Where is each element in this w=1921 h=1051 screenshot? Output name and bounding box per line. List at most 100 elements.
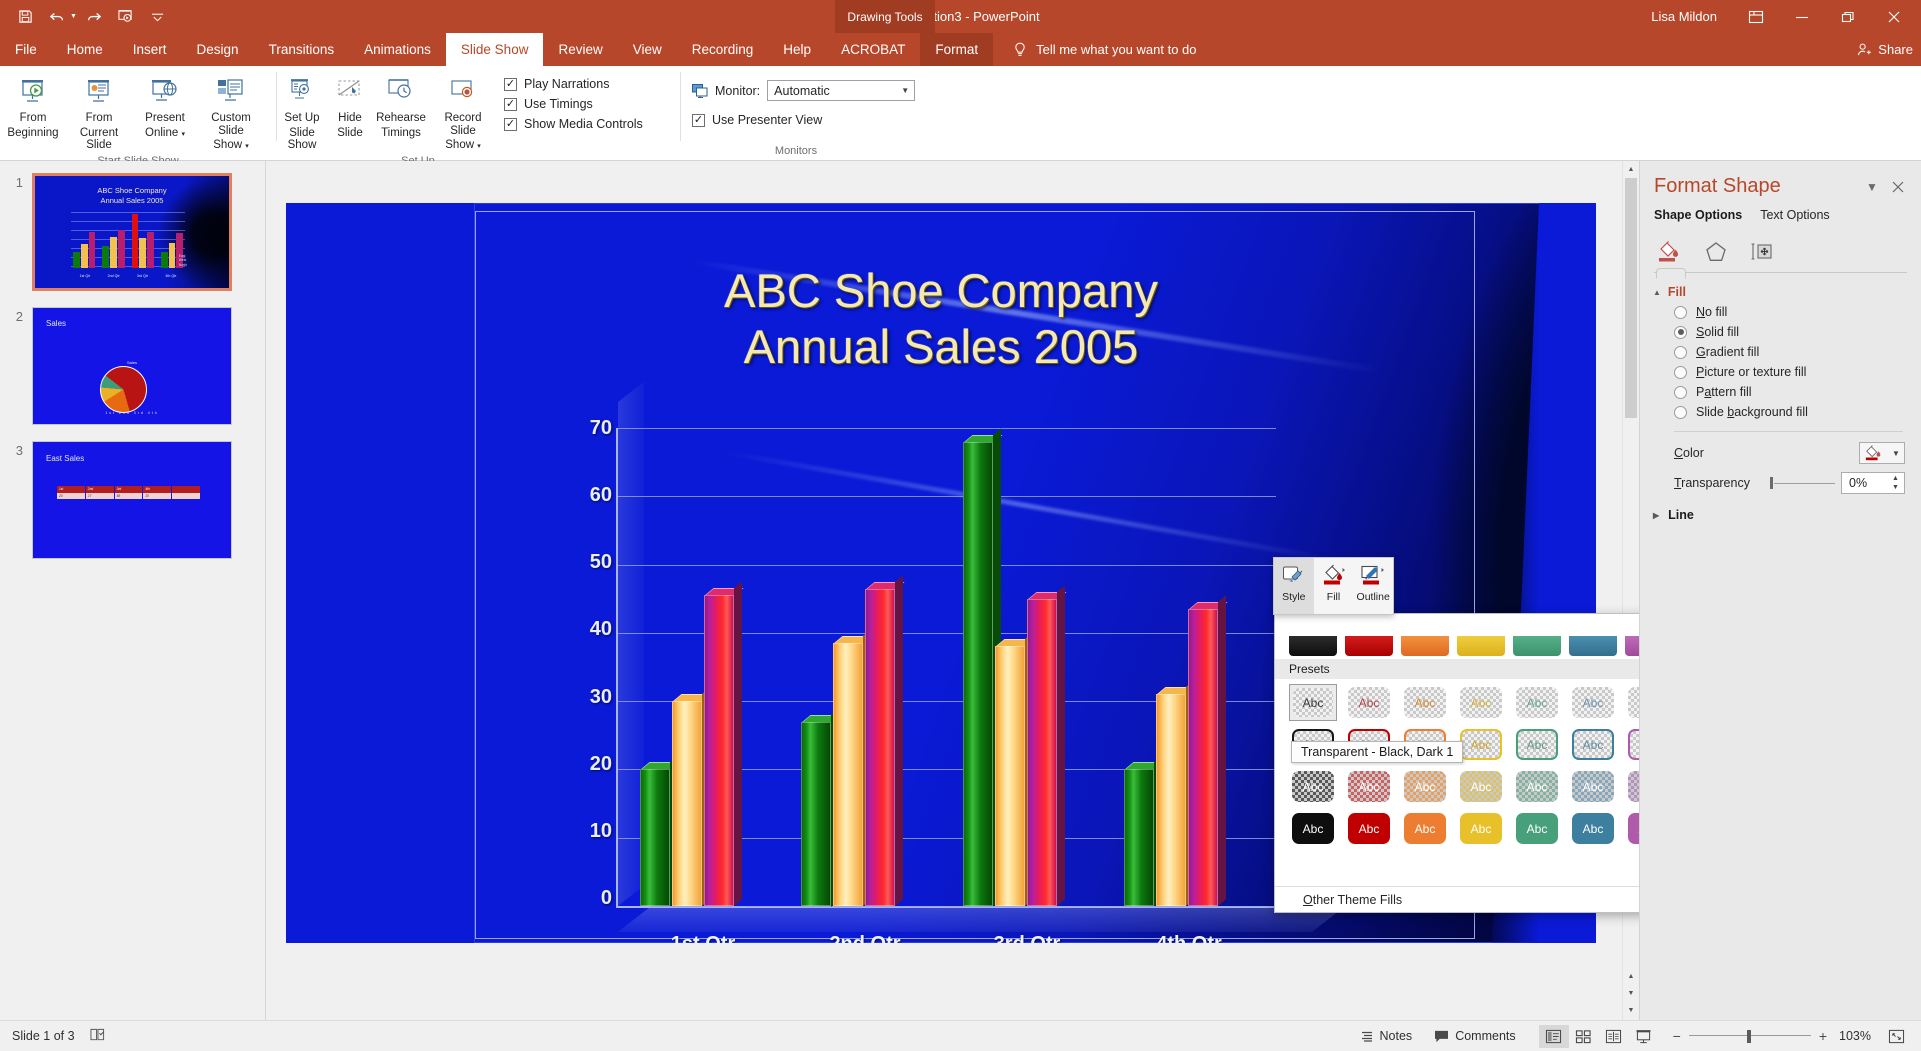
restore-icon[interactable] [1825,0,1871,33]
accessibility-checker-icon[interactable] [89,1027,106,1045]
tab-help[interactable]: Help [768,33,826,66]
fill-color-button[interactable]: ▼ [1859,442,1905,464]
rehearse-timings-button[interactable]: Rehearse Timings [372,71,430,139]
style-cell-semi-red[interactable]: Abc [1345,768,1393,805]
style-cell-outline-blue[interactable]: Abc [1569,726,1617,763]
transparency-spinner[interactable]: 0% ▲ ▼ [1841,472,1905,494]
comments-button[interactable]: Comments [1423,1021,1526,1051]
bar-west-q1[interactable] [671,687,712,906]
style-cell-transparent-red[interactable]: Abc [1345,684,1393,721]
style-cell-transparent-yellow[interactable]: Abc [1457,684,1505,721]
expand-triangle-icon[interactable]: ▶ [1653,511,1659,520]
mini-toolbar-fill-button[interactable]: Fill [1314,558,1354,614]
save-icon[interactable] [10,4,40,30]
zoom-slider[interactable]: − + 103% [1659,1028,1881,1044]
bar-north-q4[interactable] [1188,595,1228,906]
style-cell-solid-orange[interactable]: Abc [1401,810,1449,847]
style-cell-semi-yellow[interactable]: Abc [1457,768,1505,805]
redo-icon[interactable] [79,4,109,30]
undo-dropdown-icon[interactable]: ▼ [70,13,77,20]
scroll-up-icon[interactable]: ▲ [1623,161,1639,178]
spinner-buttons[interactable]: ▲ ▼ [1888,474,1903,492]
tab-transitions[interactable]: Transitions [254,33,350,66]
slide-show-icon[interactable] [1629,1025,1659,1048]
zoom-out-button[interactable]: − [1673,1028,1681,1044]
theme-chip-yellow[interactable] [1457,636,1505,656]
style-cell-semi-green[interactable]: Abc [1513,768,1561,805]
tab-insert[interactable]: Insert [118,33,182,66]
radio-gradient-fill[interactable]: Gradient fill [1640,342,1921,362]
next-slide-icon[interactable]: ▼ [1623,985,1639,1002]
thumbnail-slide-1[interactable]: 1 ABC Shoe Company Annual Sales 2005 1st… [0,173,265,291]
bar-north-q1[interactable] [703,581,744,906]
tab-review[interactable]: Review [543,33,617,66]
bar-chart[interactable]: 70 60 50 40 30 20 10 0 [590,381,1346,943]
slider-knob[interactable] [1770,477,1773,489]
style-cell-solid-purple[interactable]: Abc [1625,810,1639,847]
notes-button[interactable]: Notes [1349,1021,1424,1051]
slide-thumbnail-pane[interactable]: 1 ABC Shoe Company Annual Sales 2005 1st… [0,161,266,1020]
play-narrations-checkbox[interactable]: ✓ Play Narrations [504,77,643,91]
close-icon[interactable] [1871,0,1917,33]
style-cell-outline-green[interactable]: Abc [1513,726,1561,763]
scroll-down-icon[interactable]: ▼ [1623,1002,1639,1019]
gallery-body[interactable]: Abc Abc Abc Abc Abc Abc Abc Abc Abc Abc … [1275,679,1639,886]
bar-east-q3[interactable] [962,428,1003,906]
ribbon-display-options-icon[interactable] [1733,0,1779,33]
radio-solid-fill[interactable]: Solid fill [1640,322,1921,342]
bar-north-q2[interactable] [865,574,905,906]
style-cell-transparent-green[interactable]: Abc [1513,684,1561,721]
tab-home[interactable]: Home [52,33,118,66]
tab-format[interactable]: Format [920,33,994,66]
slide-sorter-icon[interactable] [1569,1025,1599,1048]
line-section-header[interactable]: ▶ Line [1640,498,1921,525]
bar-west-q3[interactable] [994,632,1035,906]
gallery-all-filter[interactable]: All ▼ [1275,614,1639,636]
transparency-slider[interactable] [1766,476,1835,490]
style-cell-outline-purple[interactable]: Abc [1625,726,1639,763]
theme-chip-purple[interactable] [1625,636,1639,656]
tab-view[interactable]: View [618,33,677,66]
theme-chip-orange[interactable] [1401,636,1449,656]
chevron-down-icon[interactable]: ▾ [477,143,481,150]
fill-and-line-icon[interactable] [1656,238,1684,266]
style-cell-solid-red[interactable]: Abc [1345,810,1393,847]
thumbnail-slide-3[interactable]: 3 East Sales 1st 2nd 3rd 4th 20 27 68 20 [0,441,265,559]
theme-chip-green[interactable] [1513,636,1561,656]
bar-east-q2[interactable] [801,707,841,906]
tab-slide-show[interactable]: Slide Show [445,33,544,66]
chevron-down-icon[interactable]: ▼ [901,86,909,95]
user-account-name[interactable]: Lisa Mildon [1651,9,1717,24]
tab-file[interactable]: File [0,33,52,66]
undo-icon[interactable] [42,4,72,30]
gallery-footer[interactable]: Other Theme Fills ▶ [1275,886,1639,912]
radio-pattern-fill[interactable]: Pattern fill [1640,382,1921,402]
style-cell-semi-orange[interactable]: Abc [1401,768,1449,805]
style-cell-solid-yellow[interactable]: Abc [1457,810,1505,847]
start-from-beginning-icon[interactable] [111,4,141,30]
pane-options-icon[interactable]: ▼ [1859,176,1885,198]
style-cell-transparent-blue[interactable]: Abc [1569,684,1617,721]
use-timings-checkbox[interactable]: ✓ Use Timings [504,97,643,111]
tab-text-options[interactable]: Text Options [1760,208,1829,226]
monitor-select[interactable]: Automatic ▼ [767,80,916,101]
chevron-down-icon[interactable]: ▾ [181,131,185,138]
zoom-track[interactable] [1688,1029,1811,1043]
tab-animations[interactable]: Animations [349,33,446,66]
from-current-slide-button[interactable]: From Current Slide [66,71,132,152]
tab-shape-options[interactable]: Shape Options [1654,208,1742,226]
mini-toolbar-outline-button[interactable]: Outline [1353,558,1393,614]
zoom-value[interactable]: 103% [1835,1029,1871,1043]
fill-section-header[interactable]: ▲ Fill [1640,276,1921,302]
style-cell-semi-purple[interactable]: Abc [1625,768,1639,805]
style-cell-solid-green[interactable]: Abc [1513,810,1561,847]
close-icon[interactable] [1885,176,1911,198]
record-slide-show-button[interactable]: Record Slide Show ▾ [430,71,496,154]
chevron-down-icon[interactable]: ▾ [245,143,249,150]
effects-icon[interactable] [1702,238,1730,266]
previous-slide-icon[interactable]: ▲ [1623,968,1639,985]
fit-slide-to-window-icon[interactable] [1881,1025,1911,1048]
style-cell-transparent-purple[interactable]: Abc [1625,684,1639,721]
bar-west-q2[interactable] [833,629,873,906]
format-shape-pane[interactable]: Format Shape ▼ Shape Options Text Option… [1639,161,1921,1020]
